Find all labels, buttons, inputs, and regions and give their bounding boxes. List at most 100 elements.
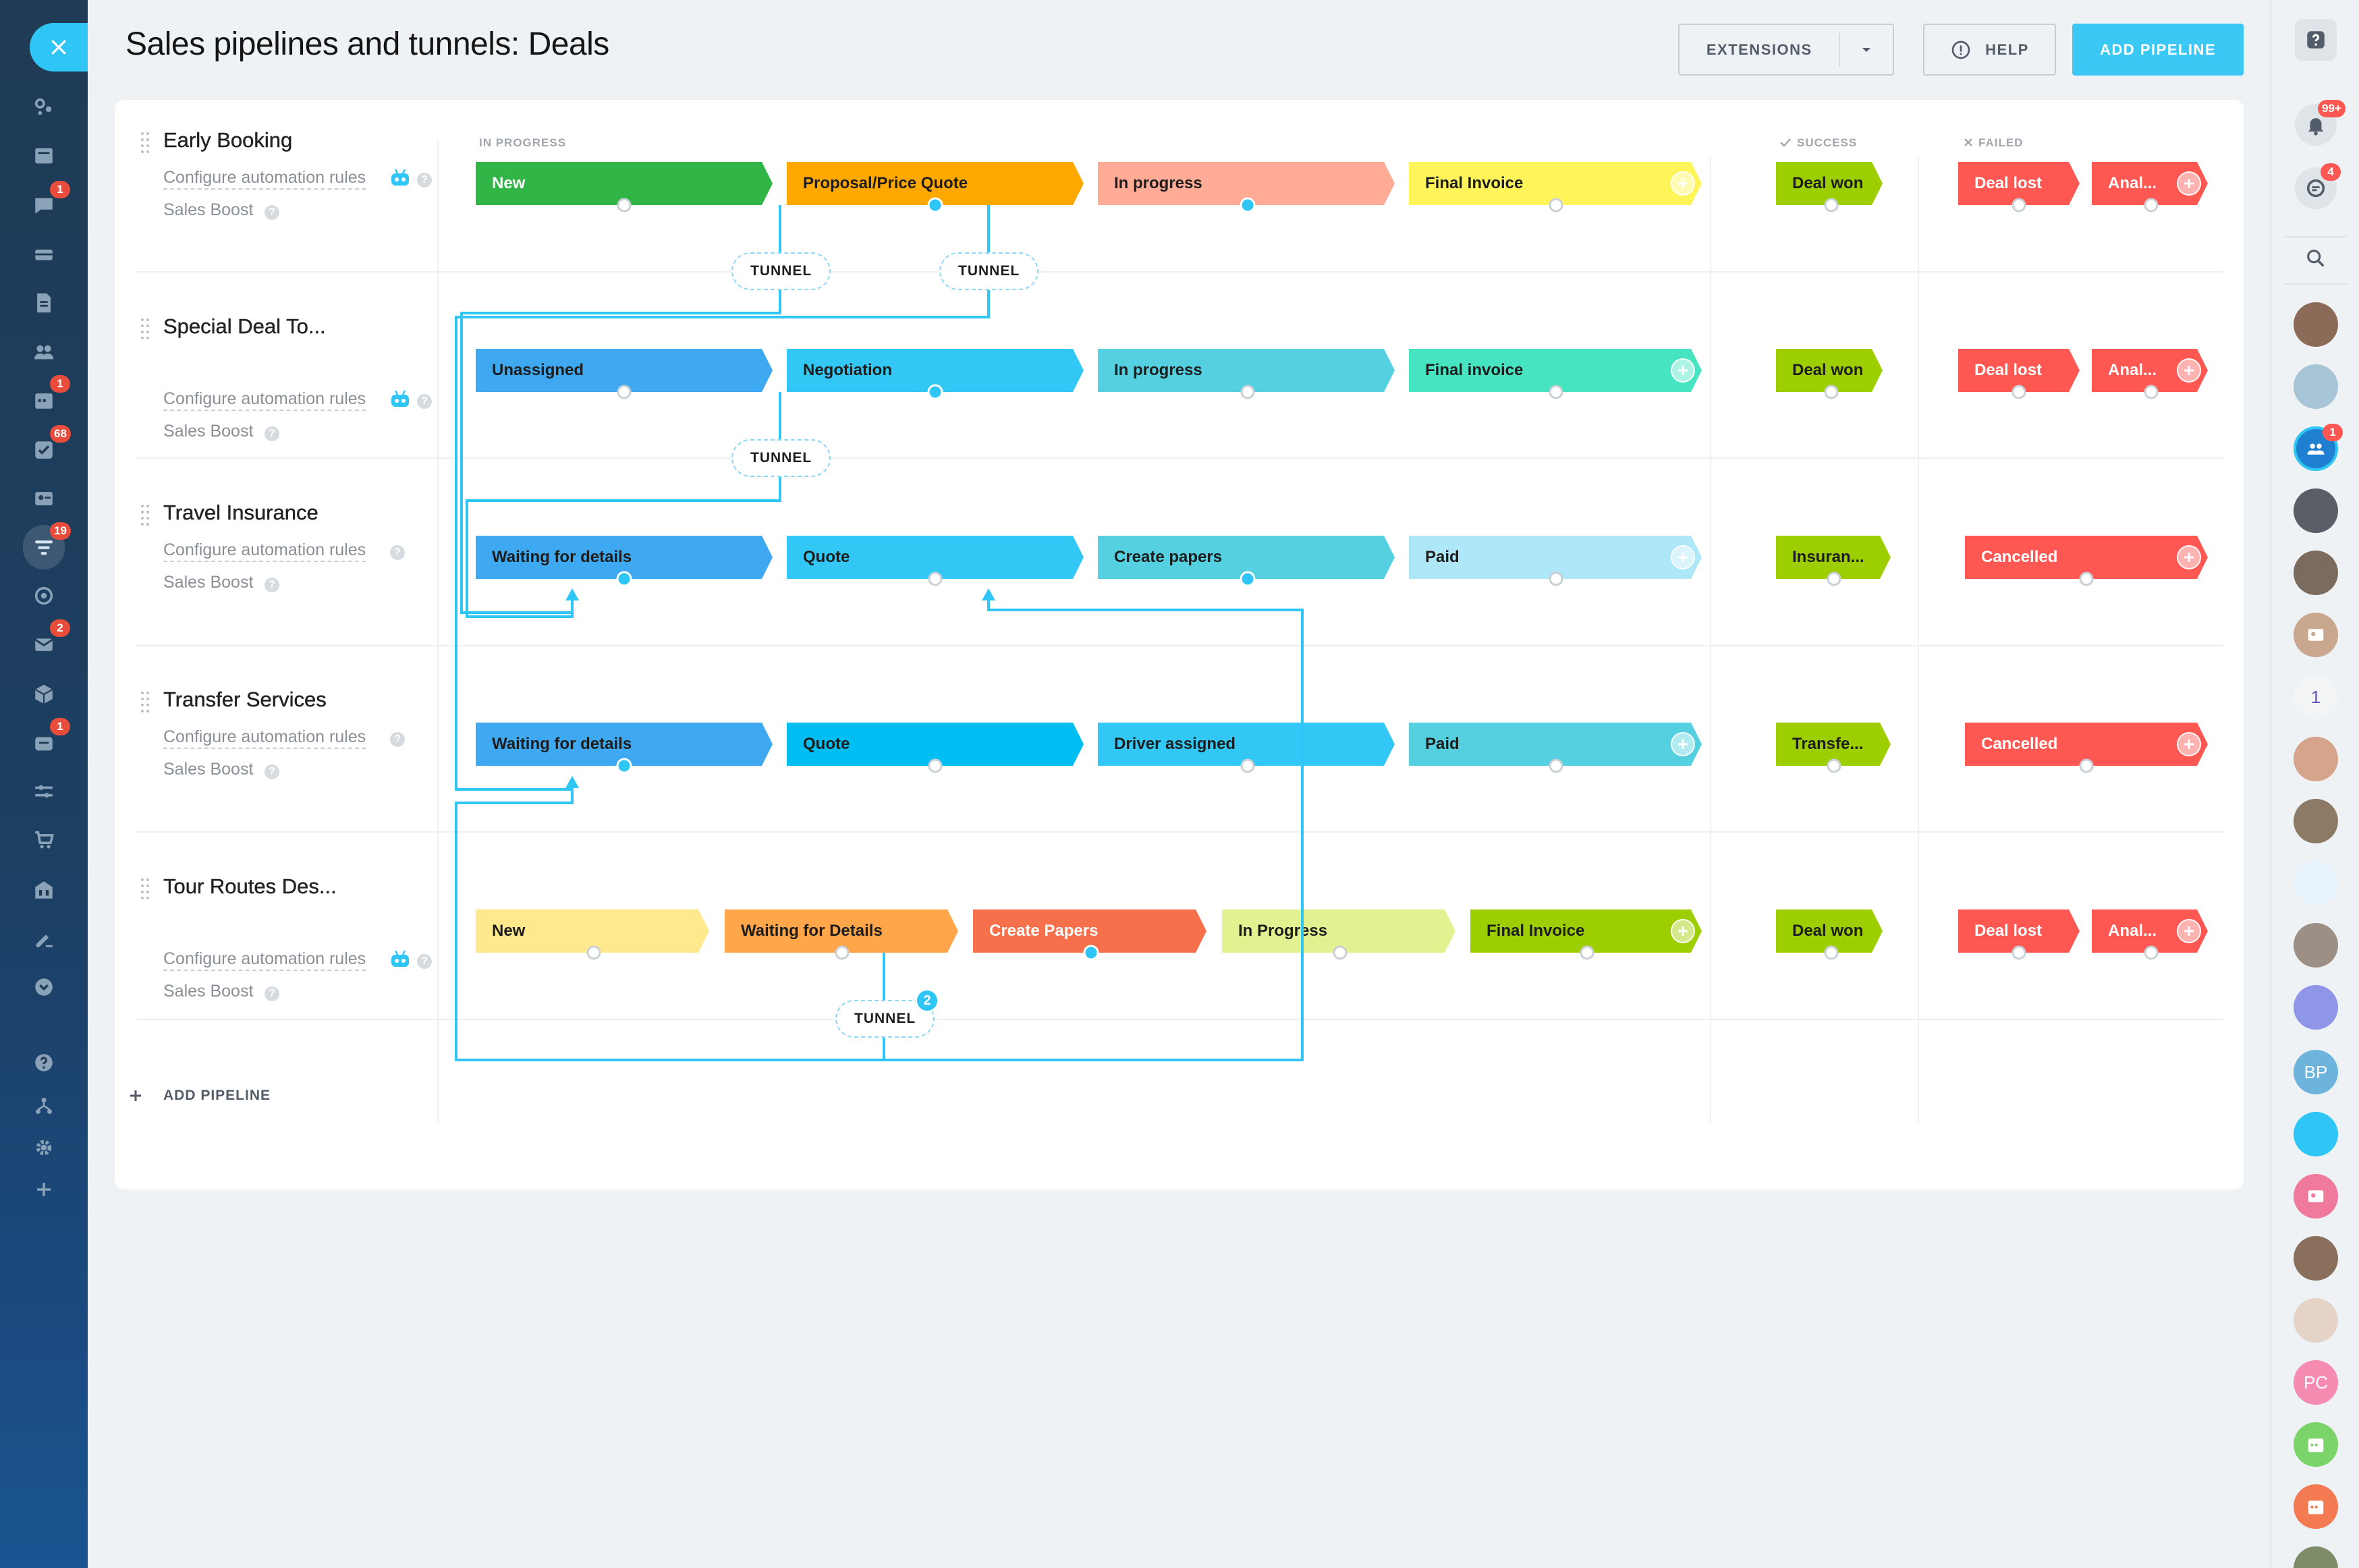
help-hint-icon[interactable]: ? xyxy=(265,426,279,441)
help-hint-icon[interactable]: ? xyxy=(265,986,279,1001)
pipeline-name[interactable]: Travel Insurance xyxy=(163,501,318,525)
avatar[interactable] xyxy=(2294,1112,2338,1156)
drag-handle[interactable] xyxy=(141,318,150,339)
help-hint-icon[interactable]: ? xyxy=(265,205,279,220)
add-stage-button[interactable] xyxy=(2177,171,2201,196)
help-hint-icon[interactable]: ? xyxy=(390,732,405,747)
add-stage-button[interactable] xyxy=(2177,732,2201,756)
nav-crm-card[interactable] xyxy=(27,482,61,515)
failed-stage-chip[interactable]: Cancelled xyxy=(1965,723,2208,766)
pipeline-name[interactable]: Tour Routes Des... xyxy=(163,874,337,899)
avatar[interactable] xyxy=(2294,1546,2338,1568)
nav-help[interactable] xyxy=(27,1046,61,1080)
nav-mail[interactable]: 2 xyxy=(27,619,70,661)
help-hint-icon[interactable]: ? xyxy=(390,545,405,560)
failed-stage-chip[interactable]: Deal lost xyxy=(1958,909,2080,953)
avatar[interactable] xyxy=(2294,302,2338,347)
add-stage-button[interactable] xyxy=(1671,545,1695,569)
success-stage-chip[interactable]: Insuran... xyxy=(1776,536,1891,579)
add-pipeline-button[interactable]: ADD PIPELINE xyxy=(2072,24,2244,76)
failed-stage-chip[interactable]: Cancelled xyxy=(1965,536,2208,579)
stage-chip[interactable]: Waiting for Details xyxy=(725,909,958,953)
avatar-pc[interactable]: PC xyxy=(2294,1360,2338,1405)
sales-boost-link[interactable]: Sales Boost xyxy=(163,759,253,780)
nav-sitemap[interactable] xyxy=(27,1089,61,1123)
automation-rules-link[interactable]: Configure automation rules xyxy=(163,167,366,190)
stage-chip[interactable]: Quote xyxy=(787,536,1084,579)
search-button[interactable] xyxy=(2295,237,2337,279)
stage-chip[interactable]: Waiting for details xyxy=(476,723,773,766)
avatar[interactable] xyxy=(2294,861,2338,905)
nav-marketing[interactable] xyxy=(27,579,61,613)
help-hint-icon[interactable]: ? xyxy=(265,578,279,592)
nav-contacts[interactable] xyxy=(27,335,61,368)
nav-tasks-board[interactable] xyxy=(27,139,61,173)
avatar[interactable] xyxy=(2294,1298,2338,1343)
avatar[interactable] xyxy=(2294,613,2338,657)
tunnel-label[interactable]: TUNNEL xyxy=(731,439,831,477)
nav-drive[interactable] xyxy=(27,237,61,271)
stage-chip[interactable]: New xyxy=(476,162,773,205)
nav-inventory[interactable] xyxy=(27,677,61,711)
nav-feed[interactable] xyxy=(27,90,61,124)
nav-company[interactable] xyxy=(27,873,61,907)
stage-chip[interactable]: Unassigned xyxy=(476,349,773,392)
avatar[interactable] xyxy=(2294,923,2338,968)
stage-chip[interactable]: In Progress xyxy=(1222,909,1455,953)
calendar-avatar[interactable] xyxy=(2294,1484,2338,1529)
avatar[interactable] xyxy=(2294,985,2338,1030)
drag-handle[interactable] xyxy=(141,692,150,712)
failed-stage-chip[interactable]: Deal lost xyxy=(1958,349,2080,392)
stage-chip[interactable]: Create papers xyxy=(1098,536,1395,579)
stage-chip[interactable]: Proposal/Price Quote xyxy=(787,162,1084,205)
nav-documents[interactable] xyxy=(27,286,61,320)
nav-contact-center[interactable]: 1 xyxy=(27,718,70,760)
sales-boost-link[interactable]: Sales Boost xyxy=(163,421,253,442)
nav-tasks[interactable]: 68 xyxy=(27,425,71,467)
avatar[interactable] xyxy=(2294,737,2338,781)
automation-rules-link[interactable]: Configure automation rules xyxy=(163,389,366,411)
stage-chip[interactable]: Quote xyxy=(787,723,1084,766)
pipeline-name[interactable]: Special Deal To... xyxy=(163,314,326,339)
automation-rules-link[interactable]: Configure automation rules xyxy=(163,540,366,562)
avatar[interactable] xyxy=(2294,1174,2338,1219)
pipeline-name[interactable]: Early Booking xyxy=(163,128,293,152)
stage-chip[interactable]: New xyxy=(476,909,709,953)
drag-handle[interactable] xyxy=(141,878,150,899)
stage-chip[interactable]: Final Invoice xyxy=(1409,162,1702,205)
notifications-button[interactable]: 99+ xyxy=(2295,100,2346,146)
success-stage-chip[interactable]: Transfe... xyxy=(1776,723,1891,766)
stage-chip[interactable]: Paid xyxy=(1409,536,1702,579)
success-stage-chip[interactable]: Deal won xyxy=(1776,349,1883,392)
avatar-bp[interactable]: BP xyxy=(2294,1050,2338,1094)
sales-boost-link[interactable]: Sales Boost xyxy=(163,200,253,221)
nav-add[interactable] xyxy=(27,1173,61,1206)
avatar[interactable] xyxy=(2294,551,2338,595)
avatar[interactable] xyxy=(2294,364,2338,409)
nav-calendar[interactable]: 1 xyxy=(27,375,70,417)
stage-chip[interactable]: In progress xyxy=(1098,162,1395,205)
avatar[interactable] xyxy=(2294,799,2338,843)
nav-more[interactable] xyxy=(27,970,61,1004)
nav-sign[interactable] xyxy=(27,922,61,955)
automation-rules-link[interactable]: Configure automation rules xyxy=(163,949,366,971)
add-stage-button[interactable] xyxy=(2177,545,2201,569)
failed-stage-chip[interactable]: Deal lost xyxy=(1958,162,2080,205)
extensions-dropdown[interactable] xyxy=(1840,46,1893,54)
calendar-avatar[interactable] xyxy=(2294,1422,2338,1467)
add-stage-button[interactable] xyxy=(2177,919,2201,943)
success-stage-chip[interactable]: Deal won xyxy=(1776,162,1883,205)
stage-chip[interactable]: Negotiation xyxy=(787,349,1084,392)
stage-chip[interactable]: Driver assigned xyxy=(1098,723,1395,766)
add-stage-button[interactable] xyxy=(1671,171,1695,196)
stage-chip[interactable]: In progress xyxy=(1098,349,1395,392)
help-hint-icon[interactable]: ? xyxy=(417,394,432,409)
tunnel-label[interactable]: TUNNEL xyxy=(731,252,831,290)
tunnel-label[interactable]: TUNNEL xyxy=(939,252,1039,290)
help-hint-icon[interactable]: ? xyxy=(265,764,279,779)
automation-rules-link[interactable]: Configure automation rules xyxy=(163,727,366,749)
pipeline-name[interactable]: Transfer Services xyxy=(163,688,327,712)
success-stage-chip[interactable]: Deal won xyxy=(1776,909,1883,953)
avatar[interactable]: 1 xyxy=(2294,675,2338,719)
close-slider-button[interactable] xyxy=(30,23,88,72)
